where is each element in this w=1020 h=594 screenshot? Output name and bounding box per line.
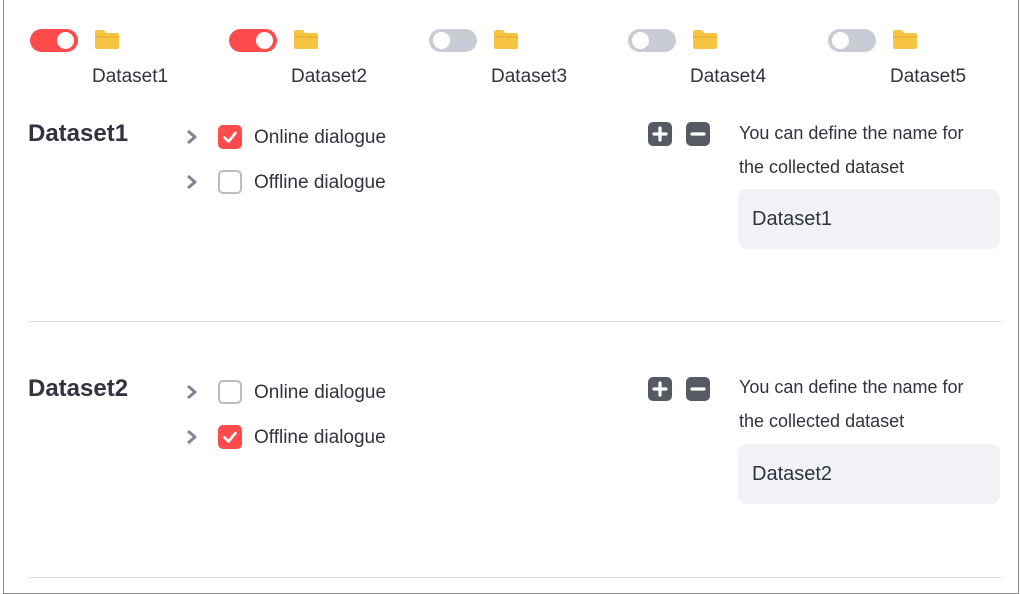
dataset-toggle-group-3: Dataset3 xyxy=(429,26,589,90)
section-divider xyxy=(28,577,1001,578)
checkbox-label: Offline dialogue xyxy=(254,427,386,448)
section-title: Dataset2 xyxy=(28,375,129,402)
toggle-label: Dataset4 xyxy=(690,66,767,87)
help-line-1: You can define the name for xyxy=(739,123,964,143)
remove-button[interactable] xyxy=(686,122,710,146)
folder-icon xyxy=(693,30,717,49)
check-icon xyxy=(223,431,237,443)
toggle-label: Dataset1 xyxy=(92,66,169,87)
dataset-name-help: You can define the name for the collecte… xyxy=(739,116,1004,184)
folder-icon xyxy=(494,30,518,49)
dataset-toggle-group-2: Dataset2 xyxy=(229,26,389,90)
dataset-name-help: You can define the name for the collecte… xyxy=(739,370,1004,438)
toggle-knob xyxy=(632,32,649,49)
add-button[interactable] xyxy=(648,377,672,401)
dataset-toggle-group-1: Dataset1 xyxy=(30,26,190,90)
toggle-label: Dataset5 xyxy=(890,66,967,87)
folder-icon xyxy=(893,30,917,49)
dataset-toggle-group-4: Dataset4 xyxy=(628,26,788,90)
plus-icon xyxy=(652,126,668,142)
dataset-name-input[interactable] xyxy=(738,444,1000,504)
folder-icon xyxy=(294,30,318,49)
section-divider xyxy=(28,321,1001,322)
chevron-right-icon[interactable] xyxy=(185,129,199,145)
chevron-right-icon[interactable] xyxy=(185,174,199,190)
check-icon xyxy=(223,131,237,143)
online-dialogue-checkbox[interactable] xyxy=(218,380,242,404)
dataset1-toggle[interactable] xyxy=(30,29,78,52)
plus-icon xyxy=(652,381,668,397)
dataset-toggle-group-5: Dataset5 xyxy=(828,26,988,90)
toggle-knob xyxy=(832,32,849,49)
checkbox-label: Online dialogue xyxy=(254,127,387,148)
toggle-knob xyxy=(433,32,450,49)
help-line-2: the collected dataset xyxy=(739,157,905,177)
add-button[interactable] xyxy=(648,122,672,146)
chevron-right-icon[interactable] xyxy=(185,429,199,445)
dataset-name-input[interactable] xyxy=(738,189,1000,249)
section-title: Dataset1 xyxy=(28,120,129,147)
minus-icon xyxy=(690,387,706,391)
toggle-label: Dataset3 xyxy=(491,66,568,87)
dataset3-toggle[interactable] xyxy=(429,29,477,52)
chevron-right-icon[interactable] xyxy=(185,384,199,400)
toggle-knob xyxy=(256,32,273,49)
minus-icon xyxy=(690,132,706,136)
dataset5-toggle[interactable] xyxy=(828,29,876,52)
checkbox-label: Offline dialogue xyxy=(254,172,386,193)
folder-icon xyxy=(95,30,119,49)
dataset4-toggle[interactable] xyxy=(628,29,676,52)
checkbox-label: Online dialogue xyxy=(254,382,387,403)
dataset2-toggle[interactable] xyxy=(229,29,277,52)
help-line-2: the collected dataset xyxy=(739,411,905,431)
offline-dialogue-checkbox[interactable] xyxy=(218,425,242,449)
online-dialogue-checkbox[interactable] xyxy=(218,125,242,149)
offline-dialogue-checkbox[interactable] xyxy=(218,170,242,194)
toggle-knob xyxy=(57,32,74,49)
help-line-1: You can define the name for xyxy=(739,377,964,397)
remove-button[interactable] xyxy=(686,377,710,401)
toggle-label: Dataset2 xyxy=(291,66,368,87)
